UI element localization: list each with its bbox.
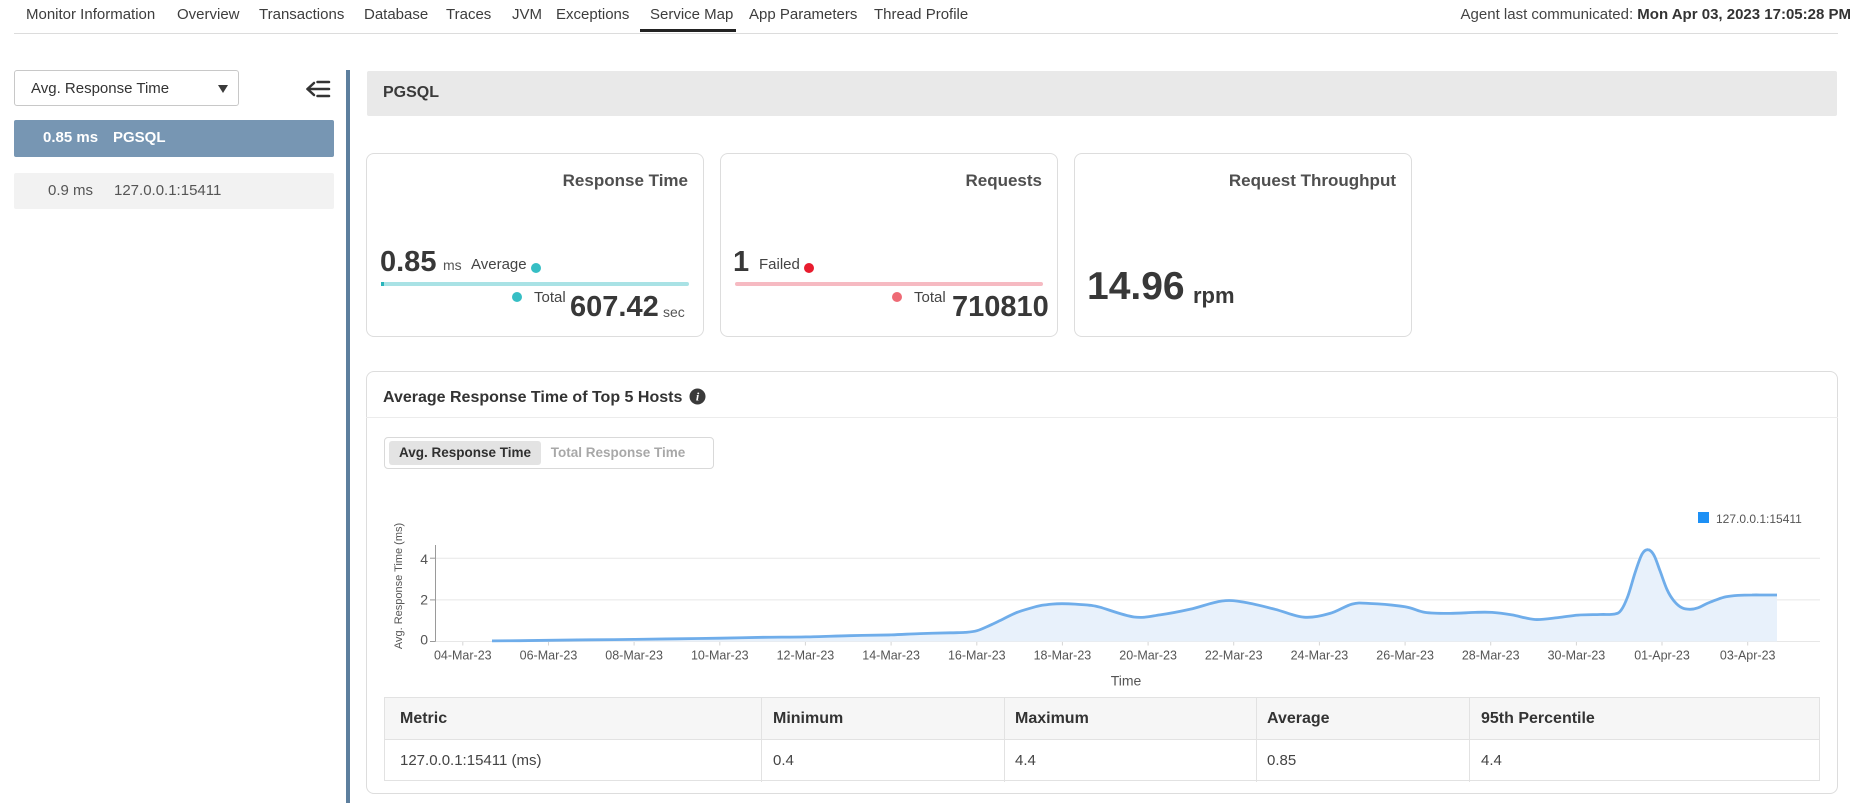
- svg-text:0: 0: [420, 631, 428, 647]
- svg-text:Time: Time: [1111, 673, 1142, 689]
- svg-text:30-Mar-23: 30-Mar-23: [1548, 649, 1606, 663]
- svg-text:01-Apr-23: 01-Apr-23: [1634, 649, 1690, 663]
- svg-text:06-Mar-23: 06-Mar-23: [520, 649, 578, 663]
- svg-text:4: 4: [420, 551, 428, 567]
- svg-text:20-Mar-23: 20-Mar-23: [1119, 649, 1177, 663]
- svg-text:26-Mar-23: 26-Mar-23: [1376, 649, 1434, 663]
- svg-text:28-Mar-23: 28-Mar-23: [1462, 649, 1520, 663]
- svg-text:10-Mar-23: 10-Mar-23: [691, 649, 749, 663]
- svg-text:2: 2: [420, 591, 428, 607]
- svg-text:08-Mar-23: 08-Mar-23: [605, 649, 663, 663]
- svg-text:04-Mar-23: 04-Mar-23: [434, 649, 492, 663]
- svg-text:Avg. Response Time (ms): Avg. Response Time (ms): [393, 523, 405, 649]
- svg-text:24-Mar-23: 24-Mar-23: [1291, 649, 1349, 663]
- svg-text:03-Apr-23: 03-Apr-23: [1720, 649, 1776, 663]
- svg-text:16-Mar-23: 16-Mar-23: [948, 649, 1006, 663]
- svg-text:12-Mar-23: 12-Mar-23: [777, 649, 835, 663]
- svg-text:127.0.0.1:15411: 127.0.0.1:15411: [1716, 512, 1802, 526]
- svg-text:22-Mar-23: 22-Mar-23: [1205, 649, 1263, 663]
- svg-text:18-Mar-23: 18-Mar-23: [1034, 649, 1092, 663]
- svg-text:14-Mar-23: 14-Mar-23: [862, 649, 920, 663]
